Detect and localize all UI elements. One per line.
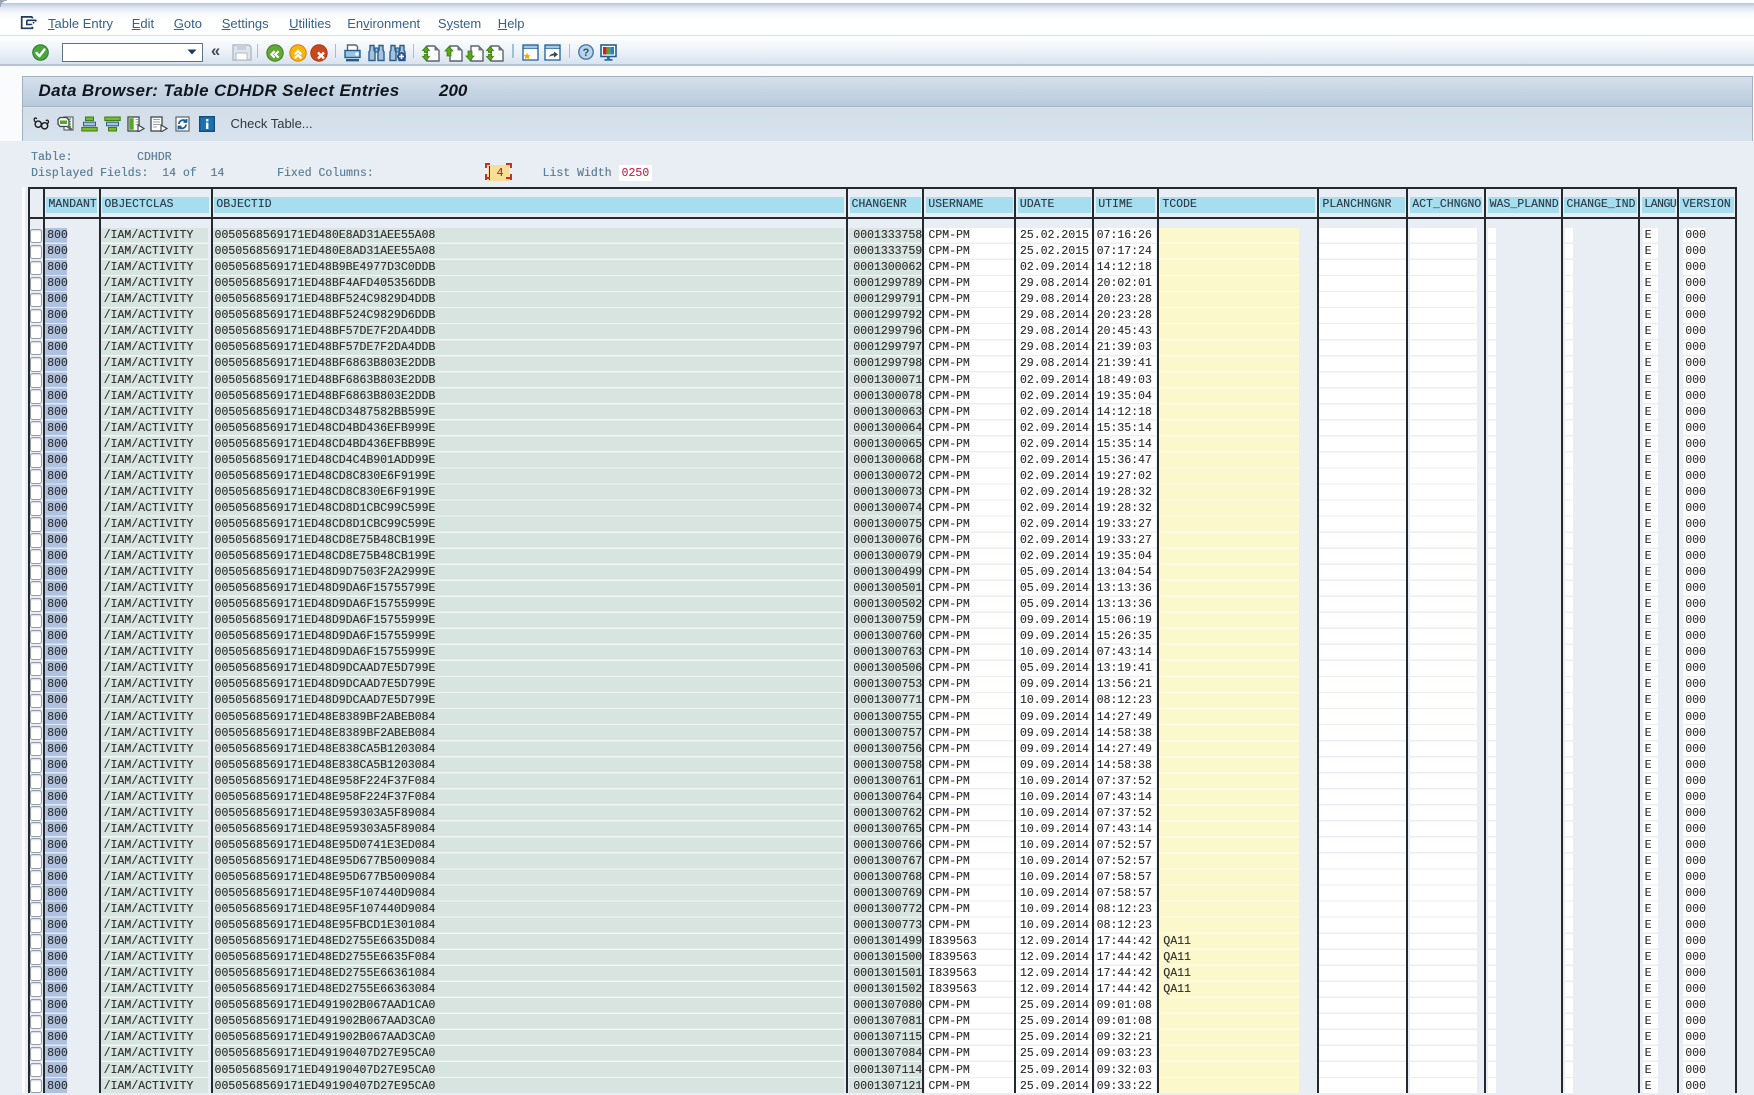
svg-text:?: ?: [583, 47, 590, 59]
